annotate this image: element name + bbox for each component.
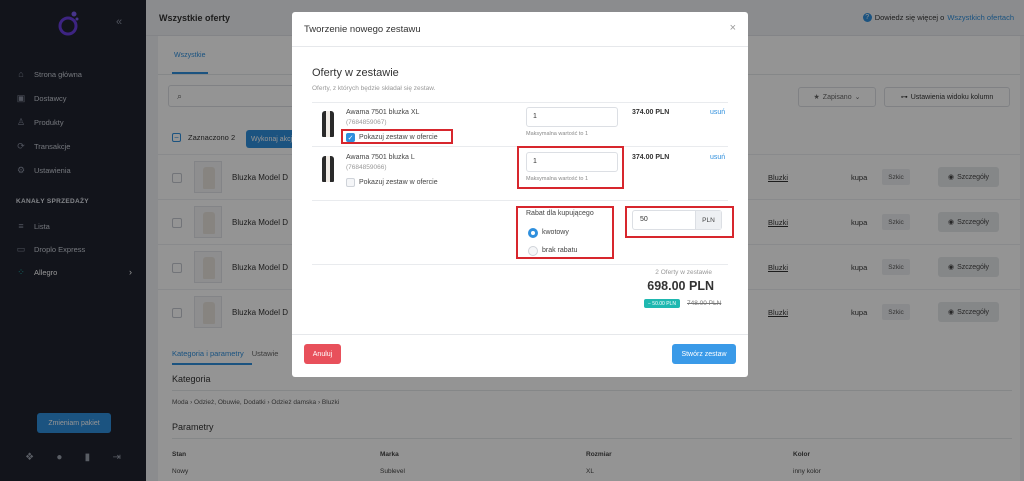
bundle-count: 2 Oferty w zestawie — [655, 269, 712, 276]
item-price: 374.00 PLN — [632, 154, 670, 161]
original-price: 748.00 PLN — [687, 300, 722, 307]
create-bundle-button[interactable]: Stwórz zestaw — [672, 344, 736, 364]
remove-link[interactable]: usuń — [710, 154, 725, 161]
quantity-input[interactable]: 1 — [526, 107, 618, 127]
divider — [312, 102, 728, 103]
section-subtitle: Oferty, z których będzie składał się zes… — [312, 85, 436, 92]
product-thumbnail — [318, 108, 338, 140]
quantity-hint: Maksymalna wartość to 1 — [526, 131, 589, 137]
section-title: Oferty w zestawie — [312, 67, 399, 79]
product-id: (7684859067) — [346, 119, 387, 126]
show-in-offer-checkbox[interactable] — [346, 178, 355, 187]
show-in-offer-label: Pokazuj zestaw w ofercie — [359, 179, 438, 186]
cancel-button[interactable]: Anuluj — [304, 344, 341, 364]
no-discount-radio[interactable] — [528, 246, 538, 256]
quantity-hint: Maksymalna wartość to 1 — [526, 176, 589, 182]
bundle-total: 698.00 PLN — [647, 279, 714, 293]
discount-amount-label: kwotowy — [542, 229, 569, 236]
show-in-offer-checkbox[interactable]: ✓ — [346, 133, 355, 142]
discount-value-field[interactable]: 50 PLN — [632, 210, 722, 230]
close-icon[interactable]: × — [730, 22, 736, 34]
divider — [312, 200, 728, 201]
create-bundle-modal: Tworzenie nowego zestawu × Oferty w zest… — [292, 12, 748, 377]
discount-badge: − 50.00 PLN — [644, 299, 680, 308]
product-thumbnail — [318, 153, 338, 185]
item-price: 374.00 PLN — [632, 109, 670, 116]
no-discount-label: brak rabatu — [542, 247, 578, 254]
product-id: (7684859066) — [346, 164, 387, 171]
quantity-input[interactable]: 1 — [526, 152, 618, 172]
modal-title: Tworzenie nowego zestawu — [304, 24, 421, 35]
discount-amount-radio[interactable] — [528, 228, 538, 238]
divider — [292, 334, 748, 335]
discount-title: Rabat dla kupującego — [526, 210, 594, 217]
divider — [312, 264, 728, 265]
discount-value: 50 — [640, 216, 648, 223]
divider — [312, 146, 728, 147]
remove-link[interactable]: usuń — [710, 109, 725, 116]
currency-addon: PLN — [695, 211, 721, 229]
product-name: Awama 7501 bluzka L — [346, 154, 415, 161]
product-name: Awama 7501 bluzka XL — [346, 109, 420, 116]
divider — [292, 46, 748, 47]
show-in-offer-label: Pokazuj zestaw w ofercie — [359, 134, 438, 141]
